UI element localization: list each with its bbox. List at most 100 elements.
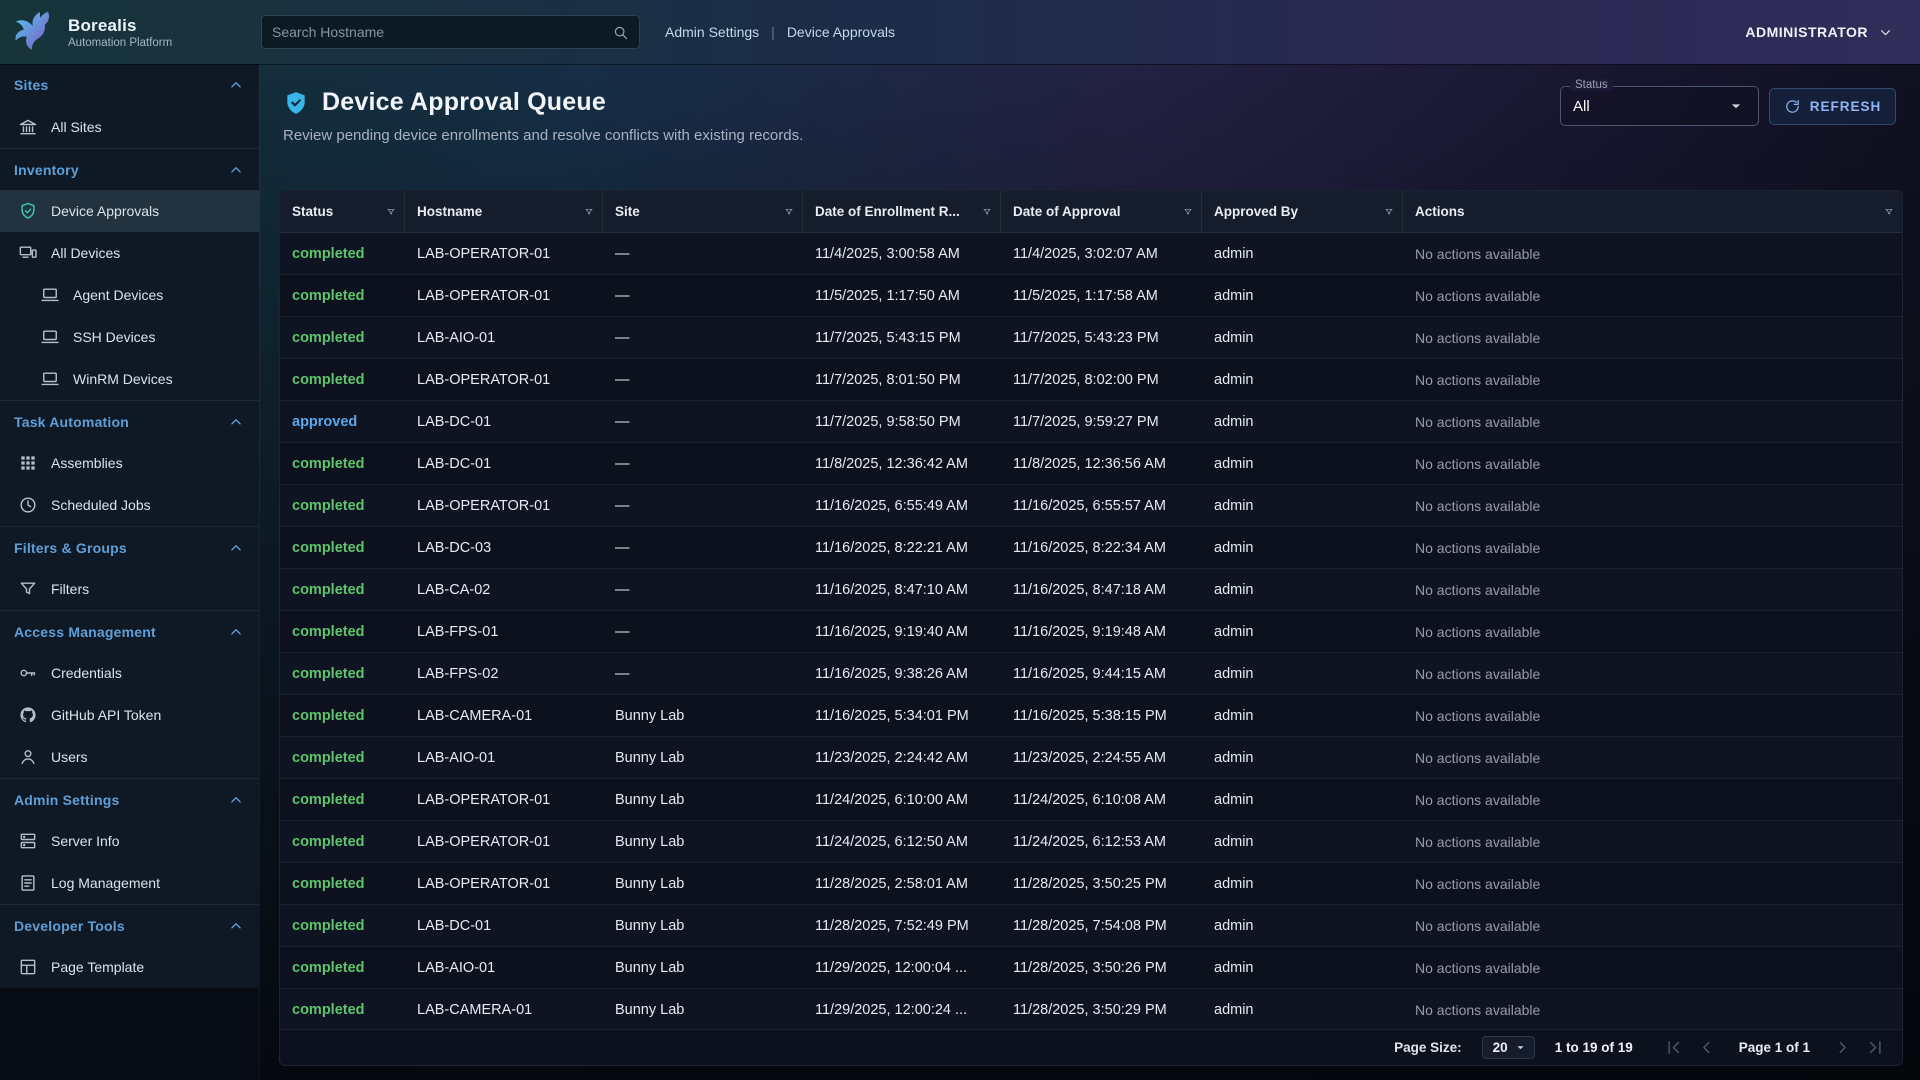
column-header-actions[interactable]: Actions (1403, 191, 1902, 232)
table-row[interactable]: completedLAB-OPERATOR-01Bunny Lab11/28/2… (280, 863, 1902, 905)
sidebar-item-all-sites[interactable]: All Sites (0, 106, 259, 148)
breadcrumb-device-approvals[interactable]: Device Approvals (787, 24, 895, 40)
column-header-date-of-approval[interactable]: Date of Approval (1001, 191, 1202, 232)
site-cell: Bunny Lab (603, 737, 803, 778)
sidebar-item-page-template[interactable]: Page Template (0, 946, 259, 988)
actions-cell: No actions available (1403, 359, 1902, 400)
table-row[interactable]: completedLAB-CAMERA-01Bunny Lab11/29/202… (280, 989, 1902, 1031)
table-row[interactable]: completedLAB-OPERATOR-01Bunny Lab11/24/2… (280, 779, 1902, 821)
actions-cell: No actions available (1403, 317, 1902, 358)
sidebar-item-ssh-devices[interactable]: SSH Devices (0, 316, 259, 358)
sidebar-item-log-management[interactable]: Log Management (0, 862, 259, 904)
server-icon (18, 831, 38, 851)
status-filter-select[interactable]: Status All (1560, 86, 1759, 126)
chevron-up-icon (227, 917, 245, 935)
enrollment-date-cell: 11/29/2025, 12:00:24 ... (803, 989, 1001, 1030)
filter-icon[interactable] (1177, 204, 1193, 220)
search-input[interactable] (272, 24, 612, 40)
brand-subtitle: Automation Platform (68, 37, 172, 49)
filter-icon[interactable] (578, 204, 594, 220)
table-row[interactable]: completedLAB-CA-02—11/16/2025, 8:47:10 A… (280, 569, 1902, 611)
sidebar-section-filters-groups[interactable]: Filters & Groups (0, 526, 259, 568)
table-row[interactable]: completedLAB-OPERATOR-01—11/4/2025, 3:00… (280, 233, 1902, 275)
hostname-cell: LAB-OPERATOR-01 (405, 275, 603, 316)
sidebar-section-task-automation[interactable]: Task Automation (0, 400, 259, 442)
filter-icon[interactable] (1378, 204, 1394, 220)
sidebar-item-winrm-devices[interactable]: WinRM Devices (0, 358, 259, 400)
sidebar-item-assemblies[interactable]: Assemblies (0, 442, 259, 484)
column-label: Date of Approval (1013, 204, 1121, 219)
sidebar-section-admin-settings[interactable]: Admin Settings (0, 778, 259, 820)
filter-icon[interactable] (976, 204, 992, 220)
table-row[interactable]: completedLAB-OPERATOR-01—11/7/2025, 8:01… (280, 359, 1902, 401)
sidebar-item-label: GitHub API Token (51, 707, 161, 723)
actions-cell: No actions available (1403, 275, 1902, 316)
table-row[interactable]: completedLAB-FPS-01—11/16/2025, 9:19:40 … (280, 611, 1902, 653)
last-page-button[interactable] (1865, 1037, 1886, 1058)
sidebar-item-filters[interactable]: Filters (0, 568, 259, 610)
column-header-status[interactable]: Status (280, 191, 405, 232)
table-row[interactable]: completedLAB-AIO-01Bunny Lab11/23/2025, … (280, 737, 1902, 779)
actions-cell: No actions available (1403, 485, 1902, 526)
chevron-down-icon (1877, 24, 1894, 41)
caret-down-icon (1513, 1040, 1528, 1055)
user-menu[interactable]: ADMINISTRATOR (1745, 0, 1894, 64)
search-icon[interactable] (612, 24, 629, 41)
sidebar-section-label: Developer Tools (14, 918, 125, 934)
site-cell: — (603, 485, 803, 526)
approval-date-cell: 11/16/2025, 9:19:48 AM (1001, 611, 1202, 652)
site-cell: — (603, 653, 803, 694)
column-header-approved-by[interactable]: Approved By (1202, 191, 1403, 232)
table-row[interactable]: completedLAB-CAMERA-01Bunny Lab11/16/202… (280, 695, 1902, 737)
filter-icon[interactable] (380, 204, 396, 220)
table-row[interactable]: completedLAB-OPERATOR-01Bunny Lab11/24/2… (280, 821, 1902, 863)
sidebar-section-sites[interactable]: Sites (0, 64, 259, 106)
sidebar-item-label: SSH Devices (73, 329, 155, 345)
table-row[interactable]: completedLAB-AIO-01—11/7/2025, 5:43:15 P… (280, 317, 1902, 359)
sidebar-section-label: Access Management (14, 624, 156, 640)
sidebar-item-agent-devices[interactable]: Agent Devices (0, 274, 259, 316)
sidebar-item-server-info[interactable]: Server Info (0, 820, 259, 862)
breadcrumb-admin-settings[interactable]: Admin Settings (665, 24, 759, 40)
column-header-site[interactable]: Site (603, 191, 803, 232)
table-row[interactable]: completedLAB-FPS-02—11/16/2025, 9:38:26 … (280, 653, 1902, 695)
enrollment-date-cell: 11/4/2025, 3:00:58 AM (803, 233, 1001, 274)
table-row[interactable]: completedLAB-DC-01Bunny Lab11/28/2025, 7… (280, 905, 1902, 947)
sidebar-section-inventory[interactable]: Inventory (0, 148, 259, 190)
enrollment-date-cell: 11/24/2025, 6:12:50 AM (803, 821, 1001, 862)
previous-page-button[interactable] (1696, 1037, 1717, 1058)
sidebar-section-developer-tools[interactable]: Developer Tools (0, 904, 259, 946)
sidebar-nav: SitesAll SitesInventoryDevice Approvals A… (0, 64, 259, 988)
next-page-button[interactable] (1832, 1037, 1853, 1058)
sidebar-item-all-devices[interactable]: All Devices (0, 232, 259, 274)
page-size-select[interactable]: 20 (1482, 1036, 1535, 1059)
table-row[interactable]: completedLAB-OPERATOR-01—11/16/2025, 6:5… (280, 485, 1902, 527)
sidebar-item-label: All Devices (51, 245, 120, 261)
clock-icon (18, 495, 38, 515)
sidebar-item-device-approvals[interactable]: Device Approvals (0, 190, 259, 232)
sidebar-item-users[interactable]: Users (0, 736, 259, 778)
column-header-hostname[interactable]: Hostname (405, 191, 603, 232)
column-header-date-of-enrollment-r[interactable]: Date of Enrollment R... (803, 191, 1001, 232)
filter-icon[interactable] (778, 204, 794, 220)
first-page-button[interactable] (1663, 1037, 1684, 1058)
sidebar-section-access-management[interactable]: Access Management (0, 610, 259, 652)
table-row[interactable]: completedLAB-DC-01—11/8/2025, 12:36:42 A… (280, 443, 1902, 485)
status-cell: completed (280, 569, 405, 610)
approved-by-cell: admin (1202, 989, 1403, 1030)
table-row[interactable]: completedLAB-OPERATOR-01—11/5/2025, 1:17… (280, 275, 1902, 317)
table-row[interactable]: completedLAB-DC-03—11/16/2025, 8:22:21 A… (280, 527, 1902, 569)
actions-cell: No actions available (1403, 947, 1902, 988)
site-cell: — (603, 275, 803, 316)
sidebar-item-github-api-token[interactable]: GitHub API Token (0, 694, 259, 736)
brand[interactable]: Borealis Automation Platform (0, 8, 250, 56)
sidebar-item-credentials[interactable]: Credentials (0, 652, 259, 694)
chevron-up-icon (227, 623, 245, 641)
actions-cell: No actions available (1403, 821, 1902, 862)
table-row[interactable]: approvedLAB-DC-01—11/7/2025, 9:58:50 PM1… (280, 401, 1902, 443)
sidebar-item-scheduled-jobs[interactable]: Scheduled Jobs (0, 484, 259, 526)
page-size-value: 20 (1493, 1040, 1508, 1055)
filter-icon[interactable] (1878, 204, 1894, 220)
table-row[interactable]: completedLAB-AIO-01Bunny Lab11/29/2025, … (280, 947, 1902, 989)
refresh-button[interactable]: REFRESH (1769, 88, 1896, 125)
